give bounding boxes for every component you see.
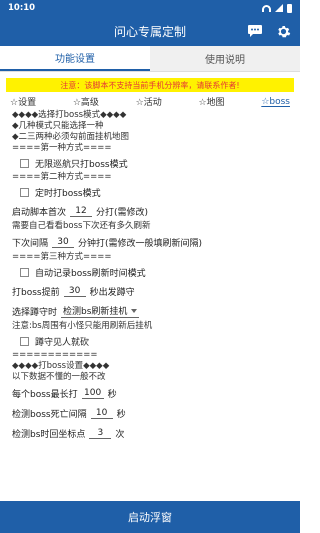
return-point-suffix: 次: [115, 429, 125, 440]
death-check-row: 检测boss死亡间隔 10 秒: [12, 403, 288, 423]
first-run-suffix: 分打(需修改): [96, 207, 149, 218]
squat-prefix: 选择蹲守时: [12, 307, 58, 318]
app-bar: 问心专属定制: [0, 16, 300, 46]
subtab-settings[interactable]: ☆设置: [10, 95, 36, 108]
interval-suffix: 分钟打(需修改一般填刷新间隔): [78, 238, 203, 249]
section-2-header: ====第二种方式====: [12, 172, 112, 182]
section-4-separator: ============: [12, 350, 98, 360]
sub-tabs: ☆设置 ☆高级 ☆活动 ☆地图 ☆boss: [0, 92, 300, 109]
boss-settings-panel: ◆◆◆◆选择打boss模式◆◆◆◆ ◆几种模式只能选择一种 ◆二三两种必须勾前面…: [0, 108, 300, 528]
subtab-events[interactable]: ☆活动: [136, 95, 162, 108]
section-3-header: ====第三种方式====: [12, 252, 112, 262]
mode-1-label: 无限巡航只打boss模式: [35, 159, 128, 170]
battery-icon: [287, 3, 292, 13]
first-run-input[interactable]: 12: [70, 206, 93, 217]
interval-input[interactable]: 30: [52, 237, 75, 248]
intro-line-2: ◆几种模式只能选择一种: [12, 121, 104, 131]
intro-line-3: ◆二三两种必须勾前面挂机地图: [12, 132, 130, 142]
max-time-prefix: 每个boss最长打: [12, 389, 78, 400]
interval-row: 下次间隔 30 分钟打(需修改一般填刷新间隔): [12, 232, 288, 252]
start-floating-window-button[interactable]: 启动浮窗: [0, 501, 300, 533]
mode-3-label: 自动记录boss刷新时间模式: [35, 268, 146, 279]
squat-row: 选择蹲守时 检测bs刷新挂机: [12, 301, 288, 321]
mode-1-checkbox[interactable]: [20, 158, 29, 168]
mode-2-label: 定时打boss模式: [35, 188, 101, 199]
chat-bubble-icon[interactable]: [244, 20, 266, 42]
return-point-input[interactable]: 3: [89, 428, 112, 439]
early-prefix: 打boss提前: [12, 287, 60, 298]
status-icons: [262, 3, 292, 13]
interval-prefix: 下次间隔: [12, 238, 49, 249]
note-refresh: 需要自己看看boss下次还有多久刷新: [12, 221, 151, 231]
subtab-boss[interactable]: ☆boss: [261, 97, 290, 107]
note-squat: 注意:bs周围有小怪只能用刷新后挂机: [12, 321, 153, 331]
mode-2-checkbox[interactable]: [20, 187, 29, 197]
early-row: 打boss提前 30 秒出发蹲守: [12, 281, 288, 301]
tab-instructions[interactable]: 使用说明: [150, 46, 300, 71]
note-defaults: 以下数据不懂的一般不改: [12, 372, 106, 382]
chevron-down-icon: [131, 308, 138, 313]
death-check-prefix: 检测boss死亡间隔: [12, 409, 87, 420]
first-run-prefix: 启动脚本首次: [12, 207, 67, 218]
first-run-row: 启动脚本首次 12 分打(需修改): [12, 201, 288, 221]
squat-mode-select[interactable]: 检测bs刷新挂机: [61, 304, 140, 318]
section-1-header: ====第一种方式====: [12, 143, 112, 153]
mode-3-checkbox[interactable]: [20, 267, 29, 277]
mode-3-checkbox-row[interactable]: 自动记录boss刷新时间模式: [12, 263, 288, 281]
early-input[interactable]: 30: [63, 286, 86, 297]
boss-settings-title: ◆◆◆◆打boss设置◆◆◆◆: [12, 361, 110, 371]
resolution-warning: 注意：该脚本不支持当前手机分辨率，请联系作者!: [6, 78, 294, 92]
max-time-input[interactable]: 100: [81, 388, 104, 399]
squat-defeat-checkbox-row[interactable]: 蹲守见人就砍: [12, 332, 288, 350]
intro-line-1: ◆◆◆◆选择打boss模式◆◆◆◆: [12, 110, 127, 120]
signal-icon: [275, 4, 283, 12]
squat-defeat-checkbox[interactable]: [20, 336, 29, 346]
main-tabs: 功能设置 使用说明: [0, 46, 300, 72]
status-time: 10:10: [8, 3, 36, 13]
gear-icon[interactable]: [272, 20, 294, 42]
early-suffix: 秒出发蹲守: [89, 287, 135, 298]
return-point-row: 检测bs时回坐标点 3 次: [12, 423, 288, 443]
squat-defeat-label: 蹲守见人就砍: [35, 337, 90, 348]
subtab-map[interactable]: ☆地图: [198, 95, 224, 108]
status-bar: 10:10: [0, 0, 300, 16]
subtab-advanced[interactable]: ☆高级: [73, 95, 99, 108]
tab-function-settings[interactable]: 功能设置: [0, 46, 150, 71]
return-point-prefix: 检测bs时回坐标点: [12, 429, 86, 440]
mode-1-checkbox-row[interactable]: 无限巡航只打boss模式: [12, 154, 288, 172]
squat-mode-value: 检测bs刷新挂机: [63, 307, 128, 317]
death-check-suffix: 秒: [116, 409, 126, 420]
max-time-row: 每个boss最长打 100 秒: [12, 383, 288, 403]
app-bar-actions: [244, 20, 294, 42]
wifi-icon: [262, 4, 271, 12]
app-title: 问心专属定制: [113, 24, 186, 39]
mode-2-checkbox-row[interactable]: 定时打boss模式: [12, 183, 288, 201]
max-time-suffix: 秒: [107, 389, 117, 400]
death-check-input[interactable]: 10: [90, 408, 113, 419]
